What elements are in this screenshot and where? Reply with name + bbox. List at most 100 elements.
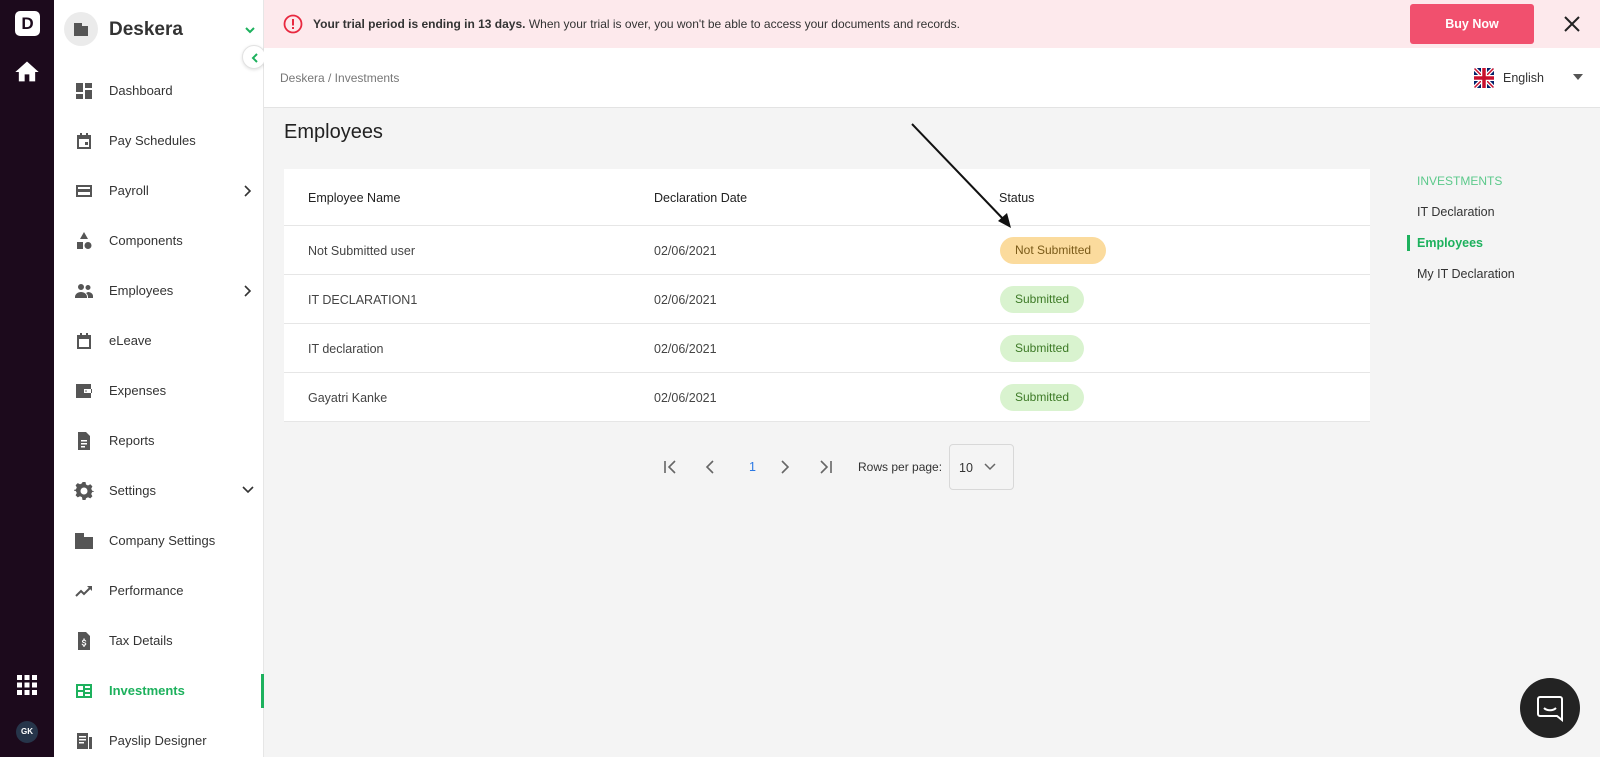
chevron-right-icon bbox=[244, 185, 252, 197]
trial-message-rest: When your trial is over, you won't be ab… bbox=[525, 17, 961, 31]
sidebar-item-employees[interactable]: Employees bbox=[54, 266, 264, 316]
sidebar-item-tax-details[interactable]: Tax Details bbox=[54, 616, 264, 666]
sidebar-item-label: Payslip Designer bbox=[109, 733, 207, 748]
investments-icon bbox=[76, 684, 92, 698]
declaration-date-cell: 02/06/2021 bbox=[654, 244, 717, 258]
sidebar-item-label: Expenses bbox=[109, 383, 167, 398]
sidebar-item-label: Settings bbox=[109, 483, 156, 498]
employee-name-cell: Gayatri Kanke bbox=[308, 391, 388, 405]
close-icon[interactable] bbox=[1563, 15, 1581, 33]
sidebar-item-payslip-designer[interactable]: Payslip Designer bbox=[54, 716, 264, 757]
trial-banner: Your trial period is ending in 13 days. … bbox=[264, 0, 1600, 48]
card-icon bbox=[76, 185, 92, 197]
sidebar-item-company-settings[interactable]: Company Settings bbox=[54, 516, 264, 566]
column-header-declaration-date[interactable]: Declaration Date bbox=[654, 191, 747, 205]
table-row[interactable]: Gayatri Kanke 02/06/2021 Submitted bbox=[284, 373, 1370, 422]
declaration-date-cell: 02/06/2021 bbox=[654, 293, 717, 307]
gear-icon bbox=[74, 482, 94, 500]
deskera-logo[interactable]: D bbox=[15, 11, 40, 36]
table-row[interactable]: Not Submitted user 02/06/2021 Not Submit… bbox=[284, 226, 1370, 275]
sidebar-item-label: eLeave bbox=[109, 333, 152, 348]
sidebar-item-label: Performance bbox=[109, 583, 184, 598]
buy-now-button[interactable]: Buy Now bbox=[1410, 4, 1534, 44]
sidebar-item-pay-schedules[interactable]: Pay Schedules bbox=[54, 116, 264, 166]
document-icon bbox=[78, 432, 90, 450]
rows-per-page-select[interactable]: 10 bbox=[949, 444, 1014, 490]
sidebar-item-label: Investments bbox=[109, 683, 185, 698]
current-page-number[interactable]: 1 bbox=[749, 460, 756, 474]
table-header: Employee Name Declaration Date Status bbox=[284, 169, 1370, 226]
user-avatar[interactable]: GK bbox=[16, 721, 38, 743]
previous-page-icon[interactable] bbox=[702, 459, 718, 475]
table-row[interactable]: IT declaration 02/06/2021 Submitted bbox=[284, 324, 1370, 373]
pagination: 1 Rows per page: 10 bbox=[660, 444, 1020, 490]
people-icon bbox=[75, 284, 93, 298]
chevron-right-icon bbox=[244, 285, 252, 297]
employee-name-cell: IT declaration bbox=[308, 342, 384, 356]
tax-icon bbox=[78, 632, 90, 650]
first-page-icon[interactable] bbox=[663, 459, 679, 475]
column-header-employee-name[interactable]: Employee Name bbox=[308, 191, 400, 205]
chevron-down-icon bbox=[984, 463, 996, 471]
top-header: Deskera / Investments English bbox=[264, 48, 1600, 108]
alert-icon bbox=[283, 14, 303, 34]
sidebar-item-label: Company Settings bbox=[109, 533, 216, 548]
status-badge: Not Submitted bbox=[1000, 237, 1107, 264]
language-label: English bbox=[1503, 71, 1544, 85]
building-icon bbox=[64, 12, 98, 46]
subnav-heading: INVESTMENTS bbox=[1417, 174, 1503, 188]
breadcrumb[interactable]: Deskera / Investments bbox=[280, 71, 399, 85]
declaration-date-cell: 02/06/2021 bbox=[654, 391, 717, 405]
sidebar-item-expenses[interactable]: Expenses bbox=[54, 366, 264, 416]
payslip-icon bbox=[77, 733, 92, 749]
sidebar-item-investments[interactable]: Investments bbox=[54, 666, 264, 716]
sidebar-item-label: Components bbox=[109, 233, 183, 248]
subnav-item-my-it-declaration[interactable]: My IT Declaration bbox=[1417, 267, 1515, 281]
table-row[interactable]: IT DECLARATION1 02/06/2021 Submitted bbox=[284, 275, 1370, 324]
chat-launcher-button[interactable] bbox=[1520, 678, 1580, 738]
sidebar-item-label: Tax Details bbox=[109, 633, 173, 648]
last-page-icon[interactable] bbox=[817, 459, 833, 475]
sidebar-item-label: Employees bbox=[109, 283, 174, 298]
language-selector[interactable]: English bbox=[1474, 66, 1584, 90]
apps-grid-icon[interactable] bbox=[17, 675, 37, 695]
calendar-icon bbox=[77, 133, 91, 149]
next-page-icon[interactable] bbox=[777, 459, 793, 475]
app-rail: D GK bbox=[0, 0, 54, 757]
trending-icon bbox=[75, 586, 92, 597]
building-icon bbox=[75, 533, 93, 549]
subnav-item-it-declaration[interactable]: IT Declaration bbox=[1417, 205, 1495, 219]
sidebar-item-eleave[interactable]: eLeave bbox=[54, 316, 264, 366]
sidebar-nav: Dashboard Pay Schedules Payroll Componen… bbox=[54, 66, 264, 757]
subnav-active-indicator bbox=[1407, 235, 1410, 251]
home-icon[interactable] bbox=[13, 58, 41, 86]
sidebar-item-components[interactable]: Components bbox=[54, 216, 264, 266]
page-title: Employees bbox=[284, 121, 383, 143]
subnav-item-employees[interactable]: Employees bbox=[1417, 236, 1483, 250]
sidebar-item-reports[interactable]: Reports bbox=[54, 416, 264, 466]
wallet-icon bbox=[76, 384, 92, 398]
chevron-left-icon bbox=[251, 53, 258, 63]
chevron-down-icon bbox=[242, 486, 254, 494]
sidebar-item-performance[interactable]: Performance bbox=[54, 566, 264, 616]
rows-per-page-value: 10 bbox=[959, 461, 973, 475]
rows-per-page-label: Rows per page: bbox=[858, 460, 943, 474]
status-badge: Submitted bbox=[1000, 384, 1085, 411]
org-switcher[interactable]: Deskera bbox=[64, 12, 259, 48]
trial-message: Your trial period is ending in 13 days. … bbox=[313, 17, 960, 31]
org-name: Deskera bbox=[109, 19, 183, 40]
sidebar-item-payroll[interactable]: Payroll bbox=[54, 166, 264, 216]
sidebar-item-dashboard[interactable]: Dashboard bbox=[54, 66, 264, 116]
sidebar-item-label: Payroll bbox=[109, 183, 149, 198]
dashboard-icon bbox=[76, 83, 92, 99]
annotation-arrow bbox=[911, 123, 1011, 228]
employee-name-cell: IT DECLARATION1 bbox=[308, 293, 418, 307]
sidebar-item-settings[interactable]: Settings bbox=[54, 466, 264, 516]
chevron-down-icon[interactable] bbox=[244, 24, 256, 36]
sidebar-item-label: Reports bbox=[109, 433, 155, 448]
chat-icon bbox=[1537, 696, 1563, 722]
status-badge: Submitted bbox=[1000, 286, 1085, 313]
sidebar-item-label: Pay Schedules bbox=[109, 133, 196, 148]
declaration-date-cell: 02/06/2021 bbox=[654, 342, 717, 356]
shapes-icon bbox=[77, 232, 92, 249]
